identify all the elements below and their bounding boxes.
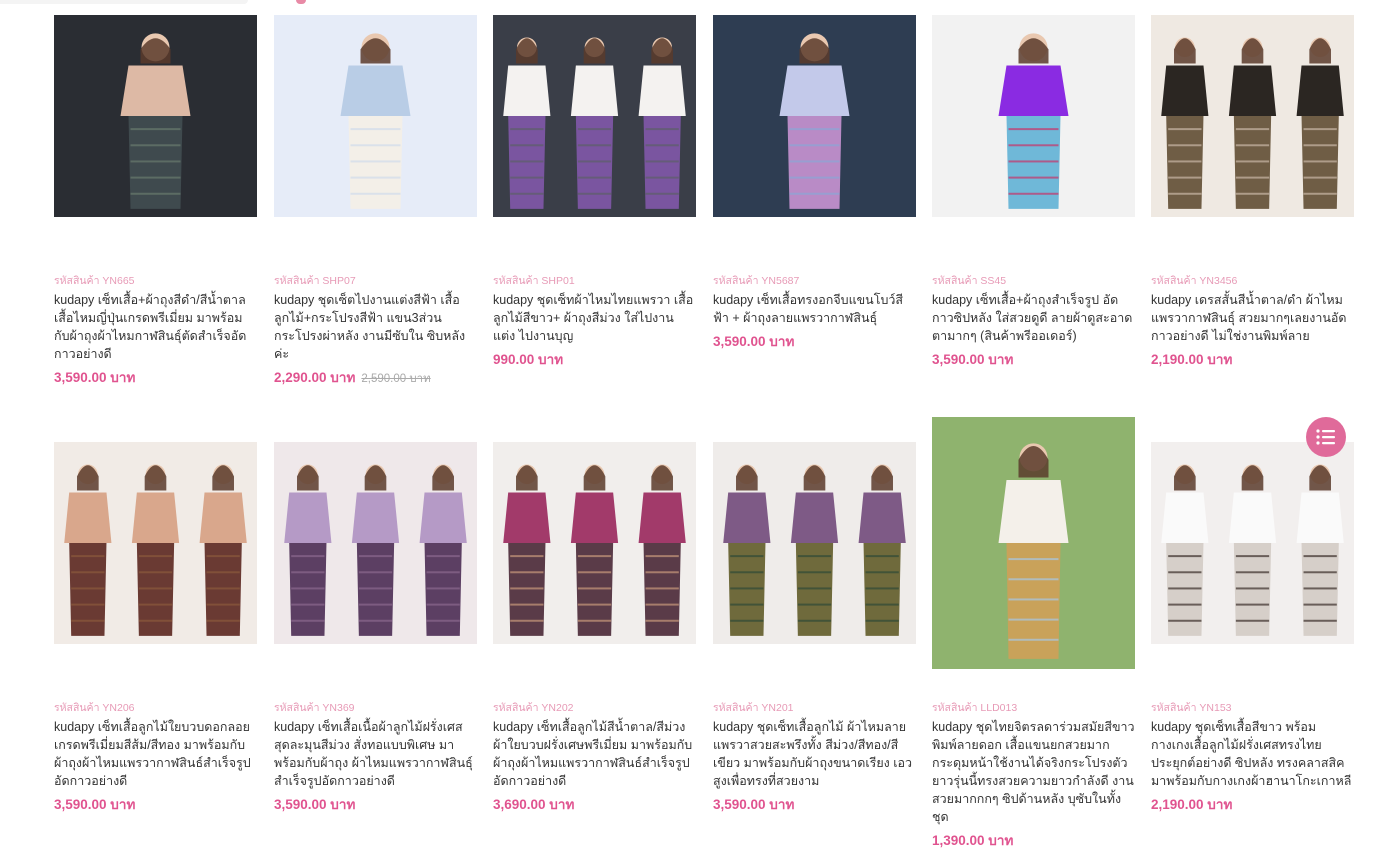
product-price: 3,590.00 บาท	[713, 333, 916, 351]
product-sku: รหัสสินค้า YN665	[54, 275, 135, 287]
current-price: 2,190.00 บาท	[1151, 797, 1233, 812]
product-price: 3,590.00 บาท	[713, 796, 916, 814]
current-price: 1,390.00 บาท	[932, 833, 1014, 848]
header-remnant	[0, 0, 248, 4]
product-image[interactable]	[713, 442, 916, 644]
product-name-link[interactable]: kudapy ชุดเซ็ตไปงานแต่งสีฟ้า เสื้อลูกไม้…	[274, 291, 477, 363]
product-name-link[interactable]: kudapy เซ็ทเสื้อลูกไม้สีน้ำตาล/สีม่วง ผ้…	[493, 718, 696, 790]
product-info: รหัสสินค้า YN201 kudapy ชุดเซ็ทเสื้อลูกไม…	[713, 701, 916, 814]
product-info: รหัสสินค้า YN369 kudapy เซ็ทเสื้อเนื้อผ้า…	[274, 701, 477, 814]
product-sku: รหัสสินค้า SHP07	[274, 275, 356, 287]
product-photo	[1161, 37, 1344, 209]
product-photo	[723, 464, 906, 636]
product-image[interactable]	[493, 15, 696, 217]
current-price: 3,590.00 บาท	[713, 334, 795, 349]
product-info: รหัสสินค้า SHP07 kudapy ชุดเซ็ตไปงานแต่งส…	[274, 274, 477, 388]
product-name-link[interactable]: kudapy ชุดเซ็ทผ้าไหมไทยแพรวา เสื้อลูกไม้…	[493, 291, 696, 345]
product-info: รหัสสินค้า SHP01 kudapy ชุดเซ็ทผ้าไหมไทยแ…	[493, 274, 696, 369]
product-info: รหัสสินค้า YN202 kudapy เซ็ทเสื้อลูกไม้สี…	[493, 701, 696, 814]
current-price: 3,590.00 บาท	[713, 797, 795, 812]
product-info: รหัสสินค้า YN5687 kudapy เซ็ทเสื้อทรงอกจี…	[713, 274, 916, 351]
product-sku: รหัสสินค้า YN206	[54, 702, 135, 714]
product-photo	[998, 443, 1069, 659]
product-price: 1,390.00 บาท	[932, 832, 1135, 850]
header-accent	[296, 0, 306, 4]
current-price: 2,190.00 บาท	[1151, 352, 1233, 367]
product-price: 3,590.00 บาท	[932, 351, 1135, 369]
product-name-link[interactable]: kudapy เดรสสั้นสีน้ำตาล/ดำ ผ้าไหมแพรวากา…	[1151, 291, 1354, 345]
product-info: รหัสสินค้า YN153 kudapy ชุดเซ็ทเสื้อสีขาว…	[1151, 701, 1354, 814]
product-photo	[779, 33, 850, 209]
product-photo	[64, 464, 247, 636]
product-image[interactable]	[493, 442, 696, 644]
product-name-link[interactable]: kudapy ชุดไทยจิตรลดาร่วมสมัยสีขาว พิมพ์ล…	[932, 718, 1135, 826]
product-name-link[interactable]: kudapy เซ็ทเสื้อเนื้อผ้าลูกไม้ฝรั่งเศสสุ…	[274, 718, 477, 790]
product-name-link[interactable]: kudapy เซ็ทเสื้อ+ผ้าถุงสำเร็จรูป อัดกาวซ…	[932, 291, 1135, 345]
product-info: รหัสสินค้า SS45 kudapy เซ็ทเสื้อ+ผ้าถุงสำ…	[932, 274, 1135, 369]
product-sku: รหัสสินค้า SS45	[932, 275, 1007, 287]
product-name-link[interactable]: kudapy เซ็ทเสื้อลูกไม้ใยบวบดอกลอยเกรดพรี…	[54, 718, 257, 790]
product-image[interactable]	[932, 15, 1135, 217]
product-photo	[998, 33, 1069, 209]
current-price: 3,590.00 บาท	[274, 797, 356, 812]
product-info: รหัสสินค้า YN665 kudapy เซ็ทเสื้อ+ผ้าถุงส…	[54, 274, 257, 387]
product-image[interactable]	[54, 15, 257, 217]
product-sku: รหัสสินค้า YN202	[493, 702, 574, 714]
product-price: 2,190.00 บาท	[1151, 796, 1354, 814]
current-price: 3,590.00 บาท	[54, 797, 136, 812]
product-price: 2,190.00 บาท	[1151, 351, 1354, 369]
product-photo	[120, 33, 191, 209]
list-view-button[interactable]	[1306, 417, 1346, 457]
product-image[interactable]	[274, 442, 477, 644]
product-info: รหัสสินค้า YN206 kudapy เซ็ทเสื้อลูกไม้ใย…	[54, 701, 257, 814]
product-sku: รหัสสินค้า YN5687	[713, 275, 800, 287]
product-sku: รหัสสินค้า YN3456	[1151, 275, 1238, 287]
product-price: 990.00 บาท	[493, 351, 696, 369]
product-info: รหัสสินค้า YN3456 kudapy เดรสสั้นสีน้ำตาล…	[1151, 274, 1354, 369]
product-price: 3,590.00 บาท	[274, 796, 477, 814]
product-sku: รหัสสินค้า YN369	[274, 702, 355, 714]
product-name-link[interactable]: kudapy ชุดเซ็ทเสื้อสีขาว พร้อมกางเกงเสื้…	[1151, 718, 1354, 790]
product-image[interactable]	[54, 442, 257, 644]
product-photo	[503, 37, 686, 209]
current-price: 990.00 บาท	[493, 352, 564, 367]
list-icon	[1316, 429, 1335, 445]
current-price: 3,590.00 บาท	[932, 352, 1014, 367]
product-price: 2,290.00 บาท 2,590.00 บาท	[274, 369, 477, 388]
product-price: 3,590.00 บาท	[54, 796, 257, 814]
product-info: รหัสสินค้า LLD013 kudapy ชุดไทยจิตรลดาร่ว…	[932, 701, 1135, 850]
product-image[interactable]	[713, 15, 916, 217]
product-photo	[340, 33, 411, 209]
product-image[interactable]	[932, 417, 1135, 669]
product-sku: รหัสสินค้า SHP01	[493, 275, 575, 287]
product-name-link[interactable]: kudapy เซ็ทเสื้อทรงอกจีบแขนโบว์สีฟ้า + ผ…	[713, 291, 916, 327]
product-price: 3,690.00 บาท	[493, 796, 696, 814]
product-photo	[1161, 464, 1344, 636]
product-sku: รหัสสินค้า YN201	[713, 702, 794, 714]
product-image[interactable]	[1151, 15, 1354, 217]
product-image[interactable]	[274, 15, 477, 217]
product-name-link[interactable]: kudapy ชุดเซ็ทเสื้อลูกไม้ ผ้าไหมลายแพรวา…	[713, 718, 916, 790]
current-price: 2,290.00 บาท	[274, 370, 356, 385]
original-price: 2,590.00 บาท	[361, 373, 431, 385]
product-photo	[503, 464, 686, 636]
product-name-link[interactable]: kudapy เซ็ทเสื้อ+ผ้าถุงสีดำ/สีน้ำตาล เสื…	[54, 291, 257, 363]
product-photo	[284, 464, 467, 636]
product-image[interactable]	[1151, 442, 1354, 644]
product-sku: รหัสสินค้า LLD013	[932, 702, 1018, 714]
current-price: 3,590.00 บาท	[54, 370, 136, 385]
product-price: 3,590.00 บาท	[54, 369, 257, 387]
current-price: 3,690.00 บาท	[493, 797, 575, 812]
product-sku: รหัสสินค้า YN153	[1151, 702, 1232, 714]
